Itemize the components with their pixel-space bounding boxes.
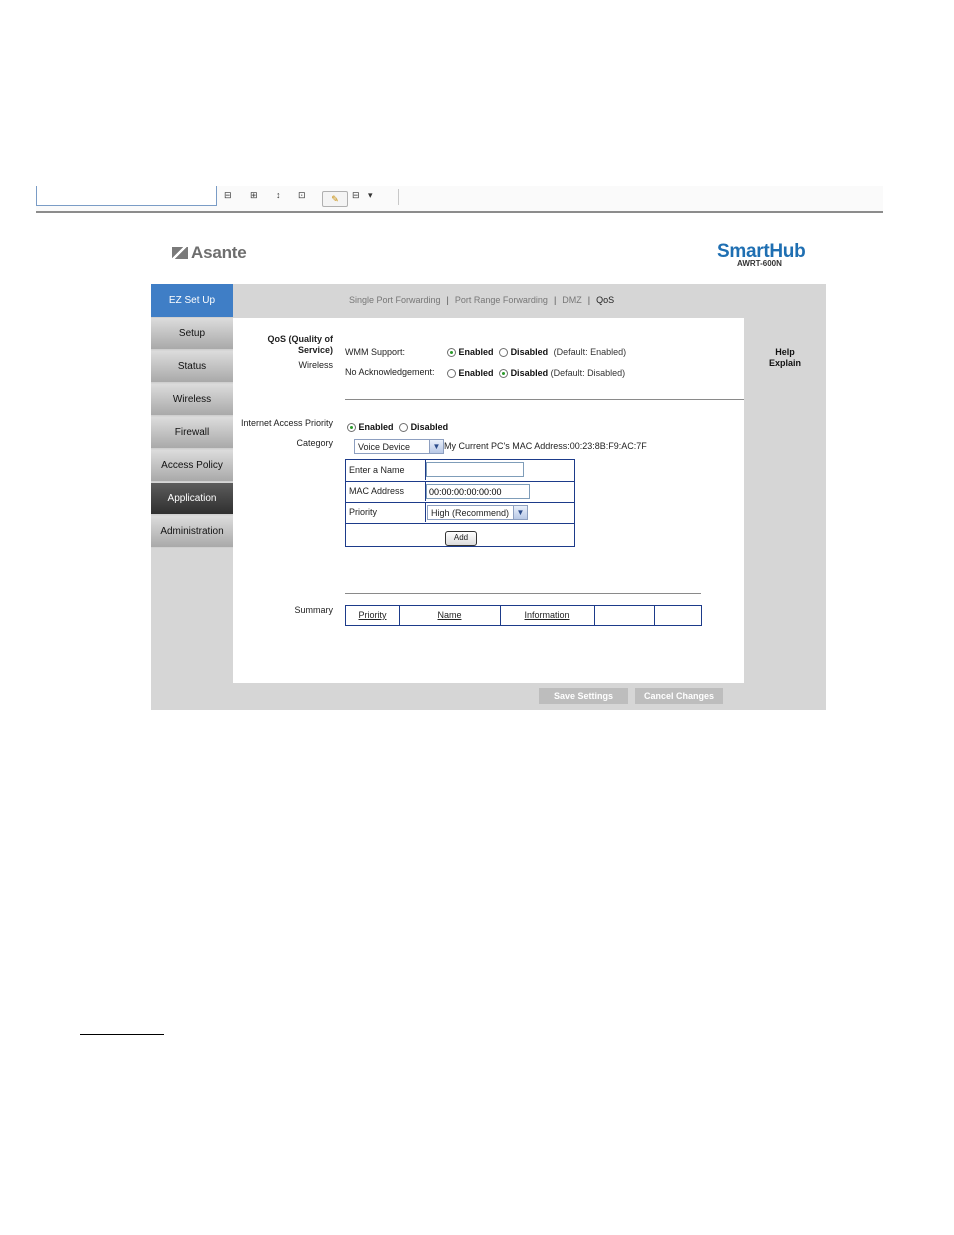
nav-status[interactable]: Status <box>151 351 233 383</box>
nav-application[interactable]: Application <box>151 483 233 515</box>
wmm-disabled-label: Disabled <box>510 347 549 357</box>
wireless-label: Wireless <box>298 360 333 370</box>
summary-col-name[interactable]: Name <box>399 606 501 625</box>
entry-row-priority: Priority High (Recommend) ▼ <box>346 502 574 524</box>
wmm-support-label: WMM Support: <box>345 347 406 357</box>
nav-ez-setup[interactable]: EZ Set Up <box>151 284 233 318</box>
nav-firewall[interactable]: Firewall <box>151 417 233 449</box>
device-name-input[interactable] <box>426 462 524 477</box>
category-label: Category <box>296 438 333 448</box>
entry-row-name: Enter a Name <box>346 460 574 482</box>
tab-port-range-forwarding[interactable]: Port Range Forwarding <box>455 295 548 305</box>
browser-address-field[interactable] <box>36 186 217 206</box>
toolbar-icon[interactable]: ⊟ <box>224 190 232 201</box>
sub-tabs: Single Port Forwarding | Port Range Forwar… <box>349 295 614 305</box>
entry-mac-label: MAC Address <box>346 481 426 501</box>
tab-separator: | <box>587 295 591 305</box>
noack-enabled-label: Enabled <box>458 368 494 378</box>
entry-row-mac: MAC Address <box>346 481 574 503</box>
cancel-changes-button[interactable]: Cancel Changes <box>635 688 723 704</box>
priority-selected-value: High (Recommend) <box>431 508 510 518</box>
category-selected-value: Voice Device <box>358 442 411 452</box>
help-explain[interactable]: Explain <box>760 358 810 369</box>
qos-title-line: QoS (Quality of <box>267 334 333 344</box>
model-number: AWRT-600N <box>737 259 782 268</box>
noack-disabled-radio[interactable] <box>499 369 509 378</box>
edit-icon[interactable]: ✎ <box>322 191 348 207</box>
iap-enabled-radio[interactable] <box>347 423 356 432</box>
tab-separator: | <box>553 295 557 305</box>
wmm-disabled-radio[interactable] <box>499 348 509 357</box>
help-panel: Help Explain <box>760 347 810 369</box>
toolbar-icon[interactable]: ⊡ <box>298 190 306 201</box>
toolbar-icon[interactable]: ↕ <box>276 190 281 200</box>
wmm-default-note: (Default: Enabled) <box>553 347 627 357</box>
summary-col-information[interactable]: Information <box>500 606 595 625</box>
current-mac-note: My Current PC's MAC Address:00:23:8B:F9:… <box>444 441 647 451</box>
device-entry-table: Enter a Name MAC Address Priority High (… <box>345 459 575 547</box>
category-select[interactable]: Voice Device ▼ <box>354 439 444 454</box>
tab-qos[interactable]: QoS <box>596 295 614 305</box>
asante-logo-icon <box>172 247 188 259</box>
wmm-enabled-label: Enabled <box>458 347 494 357</box>
summary-label: Summary <box>294 605 333 615</box>
summary-col-priority[interactable]: Priority <box>346 606 400 625</box>
noack-default-note: (Default: Disabled) <box>550 368 626 378</box>
asante-logo-text: Asante <box>191 243 247 262</box>
noack-enabled-radio[interactable] <box>447 369 456 378</box>
add-button[interactable]: Add <box>445 531 477 546</box>
toolbar-divider <box>398 189 399 205</box>
qos-title-line: Service) <box>297 345 333 355</box>
save-settings-button[interactable]: Save Settings <box>539 688 628 704</box>
entry-name-label: Enter a Name <box>346 460 426 480</box>
no-ack-label: No Acknowledgement: <box>345 367 435 377</box>
nav-wireless[interactable]: Wireless <box>151 384 233 416</box>
tab-separator: | <box>446 295 449 305</box>
asante-logo: Asante <box>172 243 247 263</box>
nav-administration[interactable]: Administration <box>151 516 233 548</box>
nav-setup[interactable]: Setup <box>151 318 233 350</box>
help-title: Help <box>775 347 795 357</box>
internet-access-priority-label: Internet Access Priority <box>240 418 333 428</box>
chevron-down-icon[interactable]: ▾ <box>368 190 373 201</box>
tab-single-port-forwarding[interactable]: Single Port Forwarding <box>349 295 441 305</box>
summary-col-empty <box>654 606 701 625</box>
iap-disabled-radio[interactable] <box>399 423 409 432</box>
chevron-down-icon[interactable]: ▼ <box>513 506 527 519</box>
toolbar-icon[interactable]: ⊟ <box>352 190 360 201</box>
iap-enabled-label: Enabled <box>358 422 394 432</box>
summary-col-empty <box>594 606 655 625</box>
noack-disabled-label: Disabled <box>510 368 549 378</box>
iap-options: Enabled Disabled <box>347 422 448 432</box>
toolbar-icon[interactable]: ⊞ <box>250 190 258 201</box>
document-underline <box>80 1034 164 1035</box>
section-divider <box>345 399 744 400</box>
qos-section-title: QoS (Quality of Service) <box>240 334 333 356</box>
iap-disabled-label: Disabled <box>410 422 449 432</box>
wmm-support-options: Enabled Disabled (Default: Enabled) <box>447 347 626 357</box>
entry-priority-label: Priority <box>346 502 426 522</box>
no-ack-options: Enabled Disabled (Default: Disabled) <box>447 368 625 378</box>
wmm-enabled-radio[interactable] <box>447 348 456 357</box>
priority-select[interactable]: High (Recommend) ▼ <box>427 505 528 520</box>
tab-dmz[interactable]: DMZ <box>562 295 582 305</box>
mac-address-input[interactable] <box>426 484 530 499</box>
summary-table: Priority Name Information <box>345 605 702 626</box>
chevron-down-icon[interactable]: ▼ <box>429 440 443 453</box>
nav-access-policy[interactable]: Access Policy <box>151 450 233 482</box>
summary-divider <box>345 593 701 594</box>
